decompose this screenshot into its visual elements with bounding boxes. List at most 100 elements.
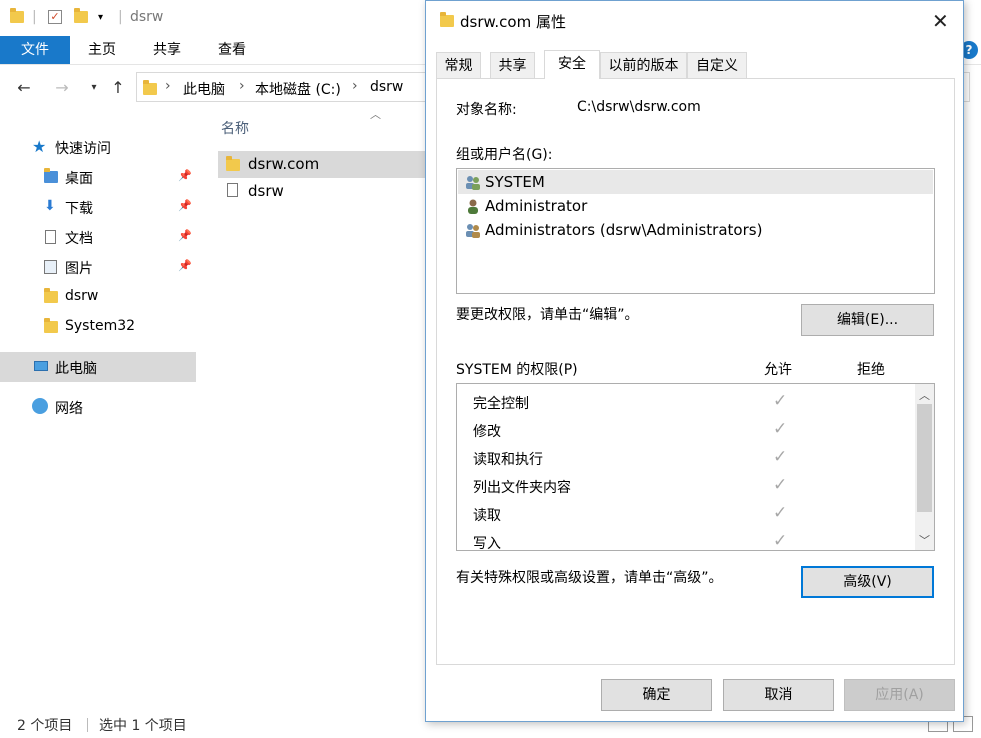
pin-icon[interactable]: 📌	[178, 259, 192, 272]
selected-count: 选中 1 个项目	[99, 718, 187, 734]
breadcrumb-this-pc[interactable]: 此电脑	[183, 79, 225, 99]
check-icon: ✓	[773, 447, 788, 467]
nav-label: 图片	[65, 261, 93, 277]
check-icon: ✓	[773, 475, 788, 495]
folder-icon	[143, 80, 157, 95]
permission-row: 读取和执行 ✓	[457, 444, 915, 472]
check-icon: ✓	[773, 419, 788, 439]
up-arrow-icon[interactable]: ↑	[108, 78, 128, 98]
security-panel: 对象名称: C:\dsrw\dsrw.com 组或用户名(G): SYSTEM …	[436, 78, 955, 665]
permissions-list: 完全控制 ✓ 修改 ✓ 读取和执行 ✓ 列出文件夹内容 ✓ 读取 ✓ 写入 ✓	[456, 383, 935, 551]
pin-icon[interactable]: 📌	[178, 229, 192, 242]
nav-item-dsrw[interactable]: dsrw	[0, 282, 196, 312]
tab-view[interactable]: 查看	[210, 36, 254, 64]
tab-previous-versions[interactable]: 以前的版本	[600, 52, 687, 78]
folder-icon	[44, 288, 58, 303]
breadcrumb-dsrw[interactable]: dsrw	[370, 79, 403, 95]
permission-name: 修改	[473, 424, 501, 440]
edit-button[interactable]: 编辑(E)...	[801, 304, 934, 336]
nav-label: 网络	[55, 401, 83, 417]
recent-locations-icon[interactable]: ▾	[84, 78, 104, 98]
group-user-label: 组或用户名(G):	[456, 147, 553, 163]
column-header-name[interactable]: 名称	[221, 118, 249, 138]
nav-label: dsrw	[65, 288, 99, 304]
nav-network[interactable]: 网络	[0, 392, 196, 422]
properties-icon[interactable]: ✓	[48, 8, 62, 26]
pin-icon[interactable]: 📌	[178, 169, 192, 182]
tab-share[interactable]: 共享	[145, 36, 189, 64]
permission-name: 列出文件夹内容	[473, 480, 571, 496]
apply-button[interactable]: 应用(A)	[844, 679, 955, 711]
permission-row: 列出文件夹内容 ✓	[457, 472, 915, 500]
check-icon: ✓	[773, 503, 788, 523]
cancel-button[interactable]: 取消	[723, 679, 834, 711]
ok-button[interactable]: 确定	[601, 679, 712, 711]
user-list[interactable]: SYSTEM Administrator Administrators (dsr…	[456, 168, 935, 294]
permission-row: 读取 ✓	[457, 500, 915, 528]
tab-file[interactable]: 文件	[0, 36, 70, 64]
scroll-up-icon[interactable]: ︿	[919, 387, 930, 403]
nav-item-downloads[interactable]: ⬇ 下载 📌	[0, 192, 196, 222]
pin-icon[interactable]: 📌	[178, 199, 192, 212]
nav-label: 快速访问	[55, 141, 111, 157]
nav-quick-access[interactable]: ★ 快速访问	[0, 132, 196, 162]
forward-arrow-icon[interactable]: →	[52, 78, 72, 98]
star-icon: ★	[32, 137, 47, 156]
tab-security[interactable]: 安全	[544, 50, 600, 79]
file-row-dsrw-com[interactable]: dsrw.com	[218, 151, 426, 178]
network-icon	[32, 398, 48, 414]
customize-quick-access-icon[interactable]: ▾	[98, 8, 103, 26]
advanced-button[interactable]: 高级(V)	[801, 566, 934, 598]
divider: |	[118, 9, 123, 25]
nav-label: 此电脑	[55, 361, 97, 377]
permission-name: 写入	[473, 536, 501, 551]
chevron-right-icon[interactable]: ›	[239, 78, 245, 94]
new-folder-icon[interactable]	[74, 8, 88, 26]
nav-item-pictures[interactable]: 图片 📌	[0, 252, 196, 282]
file-name: dsrw.com	[248, 155, 320, 173]
check-icon: ✓	[773, 531, 788, 551]
permissions-label: SYSTEM 的权限(P)	[456, 362, 578, 378]
computer-icon	[34, 361, 48, 371]
chevron-right-icon[interactable]: ›	[165, 78, 171, 94]
file-row-dsrw[interactable]: dsrw	[218, 178, 426, 205]
object-name-label: 对象名称:	[456, 102, 517, 118]
folder-icon	[10, 8, 24, 26]
list-item-administrator[interactable]: Administrator	[458, 194, 933, 218]
nav-this-pc[interactable]: 此电脑	[0, 352, 196, 382]
close-icon[interactable]: ✕	[932, 9, 949, 33]
tab-home[interactable]: 主页	[80, 36, 124, 64]
item-count: 2 个项目	[17, 718, 73, 734]
tab-sharing[interactable]: 共享	[490, 52, 535, 78]
pictures-icon	[44, 260, 57, 274]
nav-item-system32[interactable]: System32	[0, 312, 196, 342]
breadcrumb-local-disk[interactable]: 本地磁盘 (C:)	[255, 79, 341, 99]
list-item-system[interactable]: SYSTEM	[458, 170, 933, 194]
tab-general[interactable]: 常规	[436, 52, 481, 78]
window-title: dsrw	[130, 9, 164, 25]
user-icon	[468, 199, 478, 214]
document-icon	[45, 230, 56, 244]
desktop-icon	[44, 168, 58, 183]
divider: |	[32, 9, 37, 25]
nav-item-documents[interactable]: 文档 📌	[0, 222, 196, 252]
user-name: SYSTEM	[485, 173, 545, 191]
sort-ascending-icon: ︿	[370, 108, 381, 121]
scroll-thumb[interactable]	[917, 404, 932, 512]
chevron-right-icon[interactable]: ›	[352, 78, 358, 94]
nav-item-desktop[interactable]: 桌面 📌	[0, 162, 196, 192]
list-item-administrators[interactable]: Administrators (dsrw\Administrators)	[458, 218, 933, 242]
user-name: Administrator	[485, 197, 588, 215]
permission-row: 写入 ✓	[457, 528, 915, 551]
tab-customize[interactable]: 自定义	[687, 52, 747, 78]
check-icon: ✓	[773, 391, 788, 411]
navigation-pane: ★ 快速访问 桌面 📌 ⬇ 下载 📌 文档 📌 图片 📌 dsrw System…	[0, 110, 196, 700]
back-arrow-icon[interactable]: ←	[14, 78, 34, 98]
permissions-scrollbar[interactable]: ︿ ﹀	[915, 384, 934, 550]
nav-label: 下载	[65, 201, 93, 217]
scroll-down-icon[interactable]: ﹀	[919, 532, 930, 548]
permission-name: 读取	[473, 508, 501, 524]
document-icon	[227, 183, 238, 197]
allow-header: 允许	[764, 362, 792, 378]
deny-header: 拒绝	[857, 362, 885, 378]
